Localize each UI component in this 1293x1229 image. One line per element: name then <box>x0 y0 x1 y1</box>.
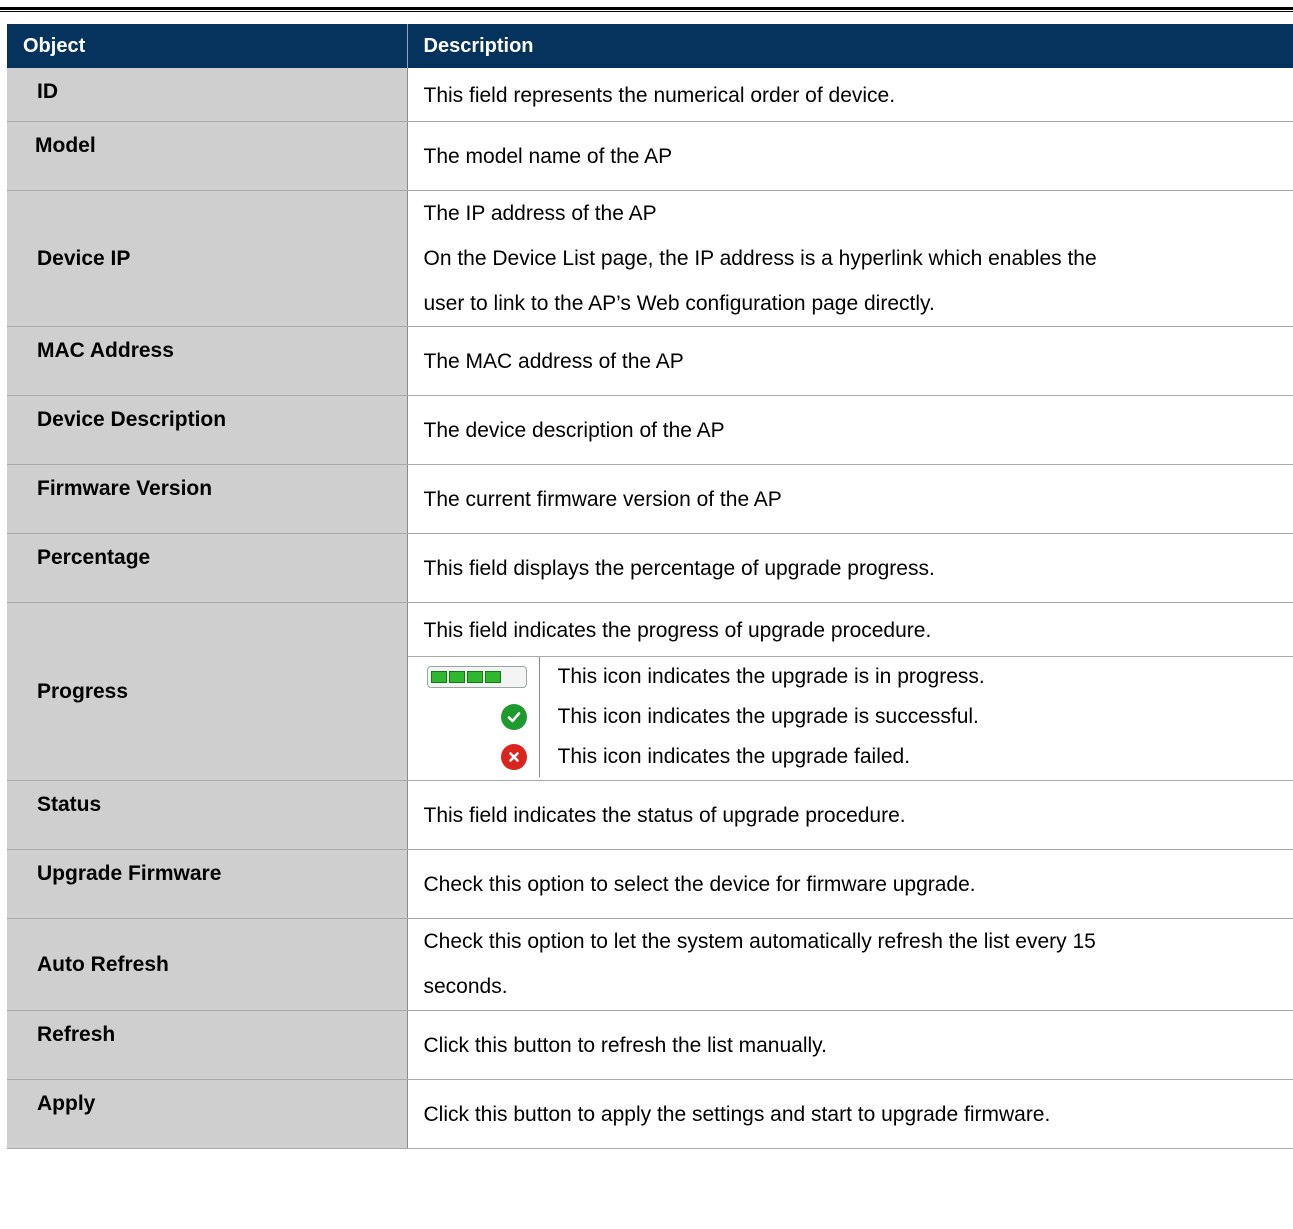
progress-icon-legend: This icon indicates the upgrade is in pr… <box>407 656 1293 777</box>
description-cell: The model name of the AP <box>407 121 1293 191</box>
description-cell: Click this button to refresh the list ma… <box>407 1010 1293 1080</box>
table-row: Status This field indicates the status o… <box>7 780 1293 850</box>
header-description: Description <box>407 24 1293 68</box>
table-row: Upgrade Firmware Check this option to se… <box>7 849 1293 919</box>
object-cell: Upgrade Firmware <box>7 849 408 919</box>
description-cell: Check this option to let the system auto… <box>407 918 1293 1011</box>
success-check-icon <box>500 704 527 730</box>
object-cell: Device Description <box>7 395 408 465</box>
object-cell: Model <box>7 121 408 191</box>
description-cell: This field indicates the progress of upg… <box>407 602 1293 781</box>
table-row: Device Description The device descriptio… <box>7 395 1293 465</box>
table-row: Progress This field indicates the progre… <box>7 602 1293 781</box>
description-line: Check this option to select the device f… <box>423 873 976 896</box>
description-line: This field indicates the status of upgra… <box>423 804 906 827</box>
description-cell: The MAC address of the AP <box>407 326 1293 396</box>
description-cell: The current firmware version of the AP <box>407 464 1293 534</box>
header-object: Object <box>7 24 408 68</box>
object-description-table: Object Description ID This field represe… <box>7 24 1293 1149</box>
description-cell: This field represents the numerical orde… <box>407 68 1293 122</box>
description-line: This field represents the numerical orde… <box>423 84 896 107</box>
legend-row: This icon indicates the upgrade failed. <box>408 737 1293 777</box>
legend-row: This icon indicates the upgrade is in pr… <box>408 657 1293 697</box>
object-cell: Progress <box>7 602 408 781</box>
legend-icon-cell <box>408 737 540 777</box>
description-cell: This field displays the percentage of up… <box>407 533 1293 603</box>
description-line: The MAC address of the AP <box>423 350 684 373</box>
table-row: Refresh Click this button to refresh the… <box>7 1010 1293 1080</box>
legend-row: This icon indicates the upgrade is succe… <box>408 697 1293 737</box>
table-row: Auto Refresh Check this option to let th… <box>7 918 1293 1011</box>
table-row: Model The model name of the AP <box>7 121 1293 191</box>
object-cell: Firmware Version <box>7 464 408 534</box>
object-cell: Apply <box>7 1079 408 1149</box>
description-line: The current firmware version of the AP <box>423 488 782 511</box>
description-cell: The IP address of the AP On the Device L… <box>407 190 1293 327</box>
description-cell: This field indicates the status of upgra… <box>407 780 1293 850</box>
progress-bar-icon <box>426 666 527 688</box>
object-cell: Device IP <box>7 190 408 327</box>
legend-text: This icon indicates the upgrade is succe… <box>557 705 979 728</box>
description-line: On the Device List page, the IP address … <box>423 247 1097 270</box>
object-cell: Refresh <box>7 1010 408 1080</box>
description-cell: The device description of the AP <box>407 395 1293 465</box>
table-row: Apply Click this button to apply the set… <box>7 1079 1293 1149</box>
description-line: Click this button to apply the settings … <box>423 1103 1051 1126</box>
table-row: Firmware Version The current firmware ve… <box>7 464 1293 534</box>
table-row: ID This field represents the numerical o… <box>7 68 1293 122</box>
description-line: This field indicates the progress of upg… <box>423 619 932 642</box>
object-cell: Status <box>7 780 408 850</box>
legend-text: This icon indicates the upgrade is in pr… <box>557 665 985 688</box>
description-cell: Check this option to select the device f… <box>407 849 1293 919</box>
description-line: Click this button to refresh the list ma… <box>423 1034 827 1057</box>
description-line: This field displays the percentage of up… <box>423 557 935 580</box>
description-line: The device description of the AP <box>423 419 725 442</box>
top-rule-thin <box>0 11 1293 12</box>
legend-text: This icon indicates the upgrade failed. <box>557 745 911 768</box>
fail-x-icon <box>500 744 527 770</box>
table-header-row: Object Description <box>7 24 1293 68</box>
object-cell: Percentage <box>7 533 408 603</box>
description-line: The IP address of the AP <box>423 202 657 225</box>
legend-icon-cell <box>408 657 540 697</box>
object-cell: ID <box>7 68 408 122</box>
legend-icon-cell <box>408 697 540 737</box>
table-row: MAC Address The MAC address of the AP <box>7 326 1293 396</box>
description-line: seconds. <box>423 975 508 998</box>
object-cell: MAC Address <box>7 326 408 396</box>
description-cell: Click this button to apply the settings … <box>407 1079 1293 1149</box>
top-rule <box>0 7 1293 10</box>
description-line: The model name of the AP <box>423 145 673 168</box>
object-cell: Auto Refresh <box>7 918 408 1011</box>
description-line: Check this option to let the system auto… <box>423 930 1096 953</box>
table-row: Percentage This field displays the perce… <box>7 533 1293 603</box>
description-line: user to link to the AP’s Web configurati… <box>423 292 935 315</box>
table-row: Device IP The IP address of the AP On th… <box>7 190 1293 327</box>
